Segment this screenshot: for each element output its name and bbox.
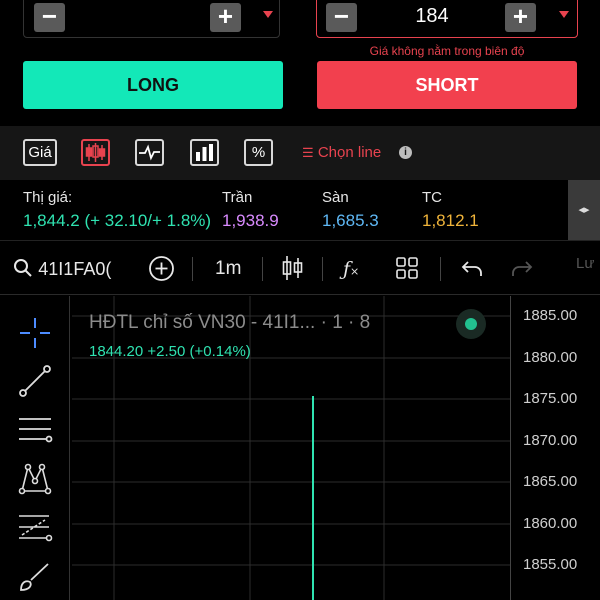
floor-value: 1,685.3 [322, 211, 379, 230]
long-button[interactable]: LONG [23, 61, 283, 109]
chart-legend-title: HĐTL chỉ số VN30 - 41I1... · 1 · 8 [89, 312, 371, 333]
menu-lines-icon: ☰ [302, 145, 314, 160]
short-button[interactable]: SHORT [317, 61, 577, 109]
brush-icon[interactable] [16, 558, 54, 596]
y-tick: 1860.00 [523, 515, 578, 532]
drawing-toolbar [0, 296, 70, 600]
ceiling-label: Trần [222, 189, 253, 206]
decrease-button[interactable]: − [326, 3, 357, 32]
chart-toolbar: 41I1FA0( 1m ƒ× Lư [0, 240, 600, 295]
live-status-dot[interactable] [456, 309, 486, 339]
reference-label: TC [422, 189, 442, 206]
price-type-button[interactable]: Giá [23, 139, 57, 166]
candle-style-button[interactable] [281, 254, 305, 280]
market-price-value: 1,844.2 (+ 32.10/+ 1.8%) [23, 211, 212, 230]
price-axis[interactable]: 1885.00 1880.00 1875.00 1870.00 1865.00 … [510, 296, 600, 600]
interval-button[interactable]: 1m [215, 256, 241, 282]
chevron-down-icon[interactable] [559, 11, 569, 18]
crosshair-icon[interactable] [16, 314, 54, 352]
divider [262, 257, 263, 281]
increase-button[interactable]: + [210, 3, 241, 32]
order-panel: − + − 184 + Giá không nằm trong biên độ … [0, 0, 600, 126]
market-price-label: Thị giá: [23, 189, 73, 206]
quantity-stepper: − + [23, 0, 280, 38]
pattern-icon[interactable] [16, 459, 54, 497]
fib-retracement-icon[interactable] [16, 410, 54, 448]
price-input[interactable]: 184 [372, 5, 492, 28]
price-chart-plot[interactable] [72, 296, 510, 600]
chevron-down-icon[interactable] [263, 11, 273, 18]
chart-legend-values: 1844.20 +2.50 (+0.14%) [89, 343, 251, 360]
price-info-row: Thị giá: 1,844.2 (+ 32.10/+ 1.8%) Trần 1… [0, 180, 600, 240]
layout-grid-icon[interactable] [395, 256, 419, 282]
divider [440, 257, 441, 281]
expand-handle[interactable]: ◂▸ [568, 180, 600, 240]
y-tick: 1870.00 [523, 432, 578, 449]
ceiling-value: 1,938.9 [222, 211, 279, 230]
y-tick: 1880.00 [523, 349, 578, 366]
reference-value: 1,812.1 [422, 211, 479, 230]
divider [322, 257, 323, 281]
redo-icon[interactable] [510, 256, 534, 282]
price-stepper: − 184 + [316, 0, 578, 38]
decrease-button[interactable]: − [34, 3, 65, 32]
undo-icon[interactable] [460, 256, 484, 282]
function-icon[interactable]: ƒ× [343, 256, 359, 282]
increase-button[interactable]: + [505, 3, 536, 32]
candlestick-icon[interactable] [81, 139, 110, 166]
price-error-message: Giá không nằm trong biên độ [369, 44, 525, 58]
search-icon [14, 259, 32, 277]
gridlines [72, 296, 510, 600]
y-tick: 1885.00 [523, 307, 578, 324]
add-indicator-button[interactable] [148, 255, 175, 281]
symbol-label: 41I1FA0( [38, 259, 112, 279]
y-tick: 1855.00 [523, 556, 578, 573]
percent-icon[interactable]: % [244, 139, 273, 166]
y-tick: 1875.00 [523, 390, 578, 407]
floor-label: Sàn [322, 189, 349, 206]
divider [192, 257, 193, 281]
choose-line-label: Chọn line [317, 144, 382, 161]
bar-chart-icon[interactable] [190, 139, 219, 166]
plus-circle-icon [149, 256, 174, 281]
symbol-search[interactable]: 41I1FA0( [13, 256, 111, 282]
choose-line-button[interactable]: ☰ Chọn line [302, 144, 381, 161]
trend-line-icon[interactable] [16, 362, 54, 400]
line-chart-icon[interactable] [135, 139, 164, 166]
info-icon[interactable]: i [399, 146, 412, 159]
candlestick-icon [282, 256, 303, 280]
save-layout-label[interactable]: Lư [576, 251, 594, 277]
y-tick: 1865.00 [523, 473, 578, 490]
prediction-icon[interactable] [16, 508, 54, 546]
